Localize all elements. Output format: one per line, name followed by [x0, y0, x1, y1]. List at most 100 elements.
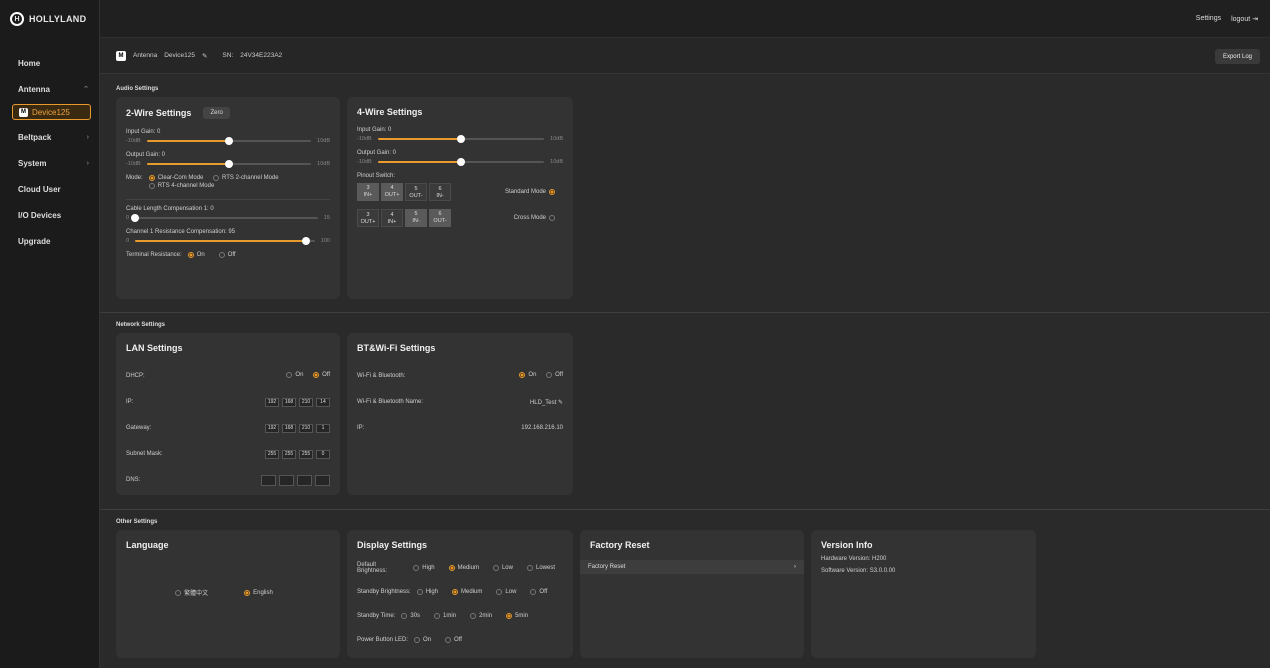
ip-octet[interactable]: 255 — [265, 449, 279, 459]
logo: H HOLLYLAND — [0, 0, 99, 38]
device-badge: M — [19, 107, 28, 117]
sidebar-item-device125[interactable]: M Device125 — [12, 104, 91, 120]
ip-row: IP: 192 168 210 14 — [126, 389, 330, 415]
cable-comp-slider[interactable] — [131, 214, 318, 222]
zero-button[interactable]: Zero — [203, 107, 230, 119]
sn-label: SN: — [222, 52, 234, 59]
ip-octet[interactable]: 255 — [282, 449, 296, 459]
edit-icon[interactable]: ✎ — [202, 52, 207, 60]
factory-reset-card: Factory Reset Factory Reset › — [580, 530, 804, 658]
sidebar-item-upgrade[interactable]: Upgrade — [0, 228, 99, 254]
dhcp-row: DHCP: On Off — [126, 363, 330, 389]
radio-label: RTS 4-channel Mode — [157, 183, 215, 189]
dhcp-on-radio[interactable]: On — [286, 372, 303, 378]
default-medium-radio[interactable]: Medium — [448, 565, 479, 571]
ip-octet[interactable]: 14 — [316, 397, 330, 407]
terminal-off-radio[interactable]: Off — [218, 252, 236, 258]
ip-octet[interactable]: 168 — [282, 423, 296, 433]
radio-label: On — [423, 637, 432, 643]
pin-number: 6 — [438, 186, 442, 192]
ip-octet[interactable]: 210 — [299, 423, 313, 433]
radio-label: High — [422, 565, 435, 571]
bt-wifi-title: BT&Wi-Fi Settings — [357, 343, 436, 353]
sidebar-item-cloud-user[interactable]: Cloud User — [0, 176, 99, 202]
mask-input[interactable]: 255 255 255 0 — [265, 449, 330, 459]
standard-mode-radio[interactable]: Standard Mode — [505, 189, 555, 195]
output-gain-slider[interactable] — [146, 160, 312, 168]
standby-low-radio[interactable]: Low — [496, 589, 516, 595]
factory-reset-item[interactable]: Factory Reset › — [580, 560, 804, 574]
display-title: Display Settings — [357, 540, 428, 550]
pin-cell: 3 OUT+ — [357, 209, 379, 227]
sidebar-item-io-devices[interactable]: I/O Devices — [0, 202, 99, 228]
lan-title: LAN Settings — [126, 343, 183, 353]
gateway-input[interactable]: 192 168 210 1 — [265, 423, 330, 433]
terminal-on-radio[interactable]: On — [187, 252, 205, 258]
export-log-button[interactable]: Export Log — [1214, 49, 1260, 64]
gateway-label: Gateway: — [126, 425, 152, 431]
ip-octet[interactable] — [297, 474, 312, 486]
time-30s-radio[interactable]: 30s — [401, 613, 420, 619]
pin-number: 6 — [438, 211, 442, 217]
logout-label: logout — [1231, 15, 1251, 23]
sidebar-item-label: Cloud User — [18, 184, 61, 194]
led-off-radio[interactable]: Off — [445, 637, 462, 643]
default-low-radio[interactable]: Low — [492, 565, 513, 571]
input-gain-label: Input Gain: 0 — [126, 129, 161, 135]
factory-reset-label: Factory Reset — [588, 564, 626, 570]
input-gain-slider[interactable] — [377, 135, 545, 143]
time-1min-radio[interactable]: 1min — [434, 613, 456, 619]
dhcp-off-radio[interactable]: Off — [313, 372, 330, 378]
time-2min-radio[interactable]: 2min — [470, 613, 492, 619]
mode-rts4-radio[interactable]: RTS 4-channel Mode — [148, 183, 215, 189]
wifi-off-radio[interactable]: Off — [546, 372, 563, 378]
ip-input[interactable]: 192 168 210 14 — [265, 397, 330, 407]
mode-clear-com-radio[interactable]: Clear-Com Mode — [148, 175, 203, 181]
slider-max: 10dB — [550, 159, 563, 165]
sidebar-item-home[interactable]: Home — [0, 50, 99, 76]
wifi-label: Wi-Fi & Bluetooth: — [357, 373, 406, 379]
radio-label: Low — [501, 565, 513, 571]
sidebar-item-antenna[interactable]: Antenna ⌃ — [0, 76, 99, 102]
slider-min: -10dB — [357, 136, 372, 142]
standby-medium-radio[interactable]: Medium — [452, 589, 482, 595]
mode-rts2-radio[interactable]: RTS 2-channel Mode — [213, 175, 279, 181]
dns-input[interactable] — [261, 474, 330, 486]
ip-octet[interactable] — [315, 474, 330, 486]
edit-icon[interactable]: ✎ — [558, 400, 563, 406]
sidebar-item-beltpack[interactable]: Beltpack › — [0, 124, 99, 150]
default-lowest-radio[interactable]: Lowest — [526, 565, 555, 571]
standby-high-radio[interactable]: High — [416, 589, 438, 595]
ip-octet[interactable]: 168 — [282, 397, 296, 407]
resistance-comp-slider[interactable] — [135, 237, 315, 245]
ip-octet[interactable] — [279, 474, 294, 486]
standby-off-radio[interactable]: Off — [530, 589, 547, 595]
cross-mode-radio[interactable]: Cross Mode — [514, 215, 555, 221]
wifi-on-radio[interactable]: On — [519, 372, 536, 378]
output-gain-slider[interactable] — [377, 158, 545, 166]
radio-label: RTS 2-channel Mode — [222, 175, 279, 181]
software-version: Software Version: S3.0.0.00 — [821, 568, 896, 574]
ip-octet[interactable]: 192 — [265, 423, 279, 433]
ip-octet[interactable] — [261, 474, 276, 486]
language-en-radio[interactable]: English — [244, 588, 273, 597]
ip-octet[interactable]: 255 — [299, 449, 313, 459]
ip-octet[interactable]: 1 — [316, 423, 330, 433]
settings-link[interactable]: Settings — [1196, 15, 1221, 22]
pin-signal: IN+ — [363, 192, 373, 198]
ip-octet[interactable]: 192 — [265, 397, 279, 407]
logout-link[interactable]: logout ⇥ — [1231, 15, 1258, 23]
ip-octet[interactable]: 0 — [316, 449, 330, 459]
bt-wifi-card: BT&Wi-Fi Settings Wi-Fi & Bluetooth: On … — [347, 333, 573, 495]
radio-label: English — [253, 589, 273, 596]
wifi-name-value: HLD_Test — [529, 399, 557, 406]
default-high-radio[interactable]: High — [413, 565, 435, 571]
slider-min: -10dB — [357, 159, 372, 165]
sidebar-item-system[interactable]: System › — [0, 150, 99, 176]
ip-octet[interactable]: 210 — [299, 397, 313, 407]
time-5min-radio[interactable]: 5min — [506, 613, 528, 619]
input-gain-slider[interactable] — [146, 137, 312, 145]
language-zh-radio[interactable]: 繁體中文 — [175, 588, 208, 597]
resistance-comp-label: Channel 1 Resistance Compensation: 95 — [126, 229, 236, 235]
led-on-radio[interactable]: On — [414, 637, 431, 643]
